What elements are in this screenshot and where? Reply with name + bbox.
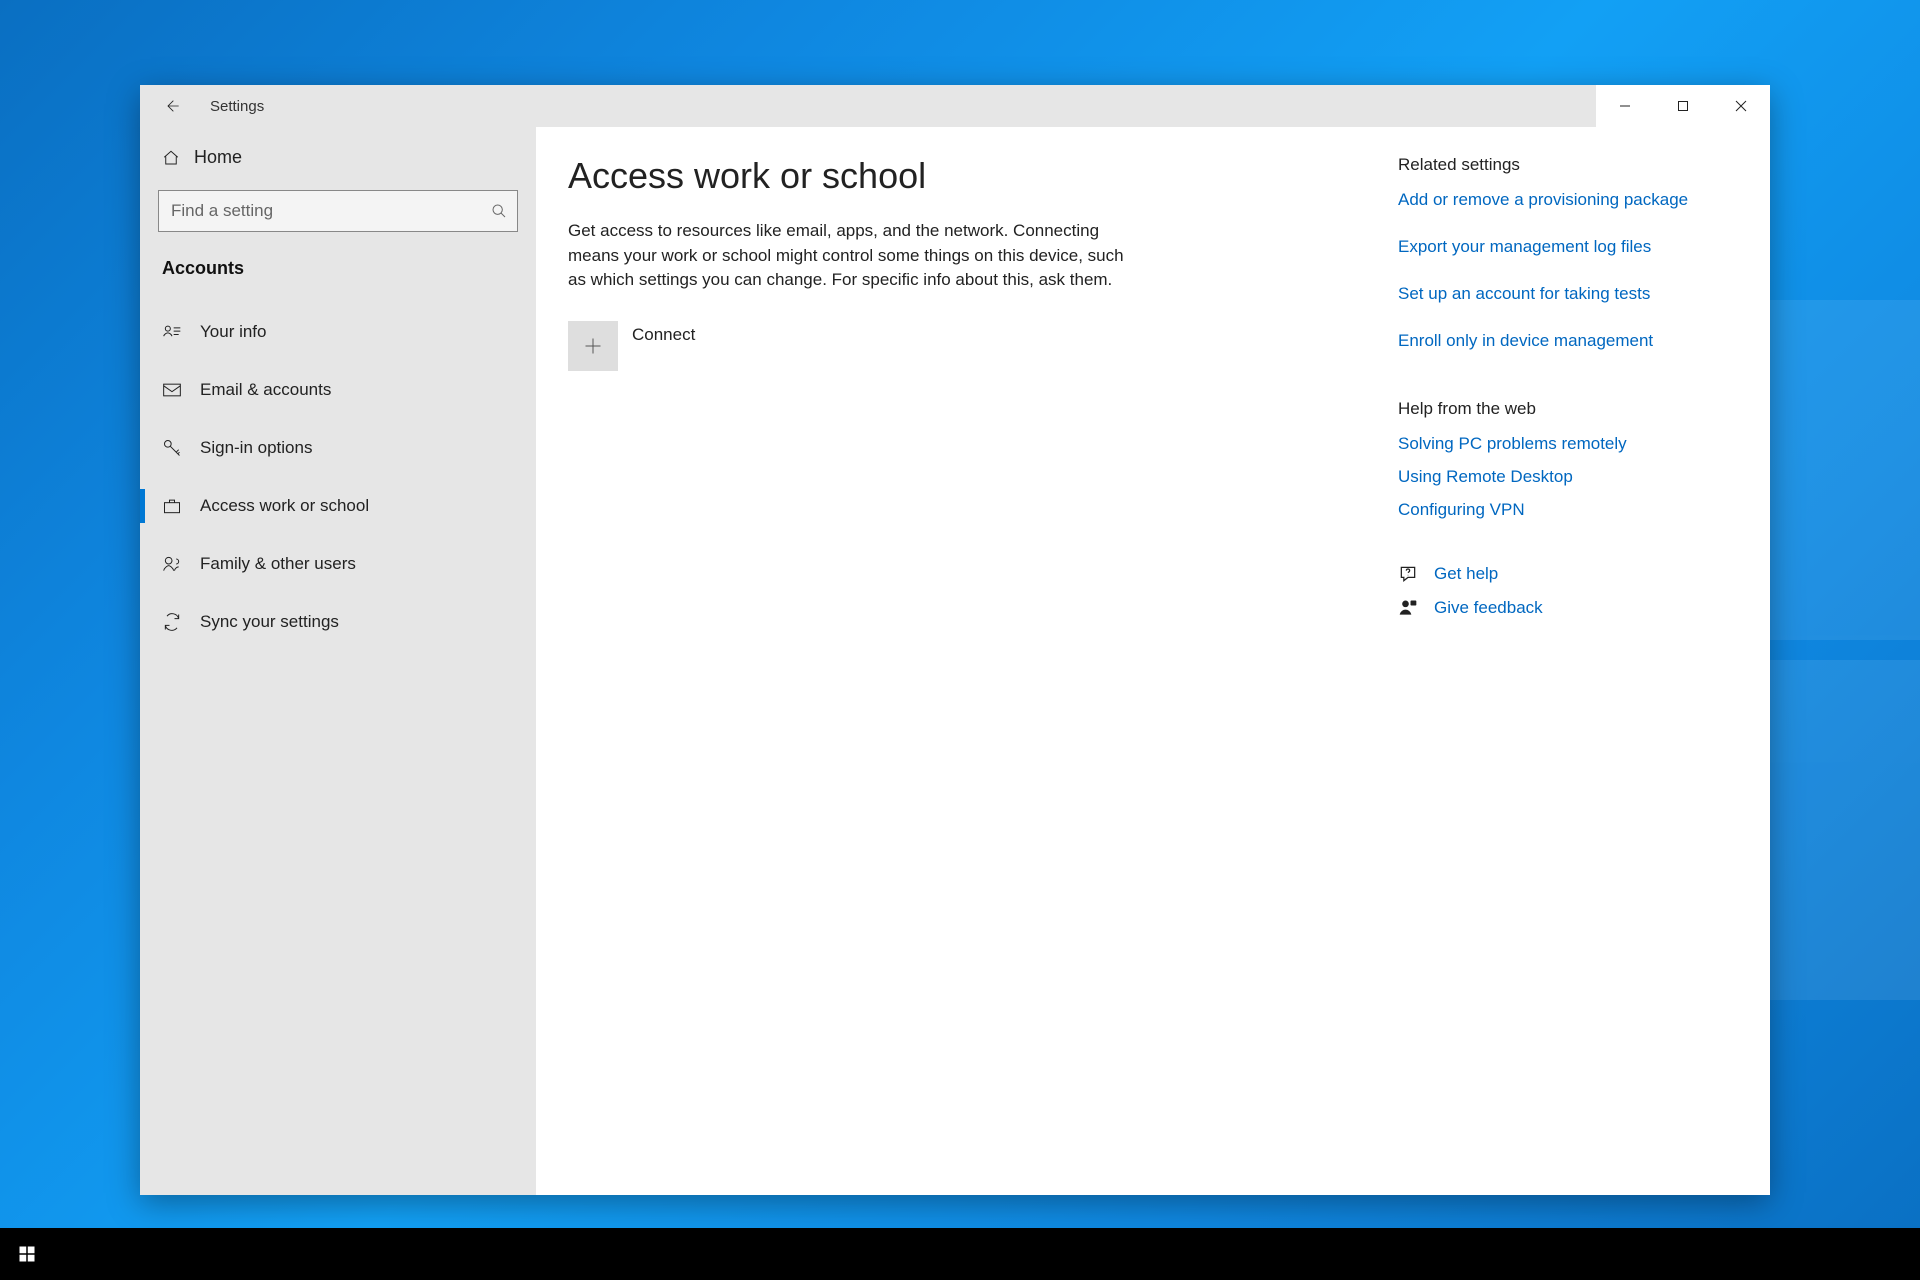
sidebar-item-label: Email & accounts xyxy=(200,380,331,400)
connect-label: Connect xyxy=(632,321,695,345)
plus-tile xyxy=(568,321,618,371)
page-title: Access work or school xyxy=(568,155,1268,197)
search-icon xyxy=(491,203,507,219)
sidebar-item-label: Sign-in options xyxy=(200,438,312,458)
sidebar-item-label: Access work or school xyxy=(200,496,369,516)
help-icon xyxy=(1398,564,1418,584)
sidebar-item-label: Sync your settings xyxy=(200,612,339,632)
sidebar-item-label: Your info xyxy=(200,322,266,342)
arrow-left-icon xyxy=(164,98,180,114)
sidebar-item-access-work-school[interactable]: Access work or school xyxy=(140,479,536,533)
link-export-log-files[interactable]: Export your management log files xyxy=(1398,236,1738,259)
sidebar-item-family-other-users[interactable]: Family & other users xyxy=(140,537,536,591)
feedback-icon xyxy=(1398,598,1418,618)
home-icon xyxy=(162,149,180,167)
maximize-button[interactable] xyxy=(1654,85,1712,127)
sidebar-item-email-accounts[interactable]: Email & accounts xyxy=(140,363,536,417)
related-settings-heading: Related settings xyxy=(1398,155,1738,175)
connect-button[interactable]: Connect xyxy=(568,321,1268,371)
windows-logo-icon xyxy=(18,1245,36,1263)
search-input-wrap[interactable] xyxy=(158,190,518,232)
help-from-web-heading: Help from the web xyxy=(1398,399,1738,419)
get-help-link[interactable]: Get help xyxy=(1398,564,1738,584)
link-enroll-device-management[interactable]: Enroll only in device management xyxy=(1398,330,1738,353)
get-help-label: Get help xyxy=(1434,564,1498,584)
key-icon xyxy=(162,438,182,458)
link-setup-test-account[interactable]: Set up an account for taking tests xyxy=(1398,283,1738,306)
home-label: Home xyxy=(194,147,242,168)
right-column: Related settings Add or remove a provisi… xyxy=(1398,155,1738,1163)
home-button[interactable]: Home xyxy=(140,135,536,180)
sidebar-item-label: Family & other users xyxy=(200,554,356,574)
mail-icon xyxy=(162,380,182,400)
page-description: Get access to resources like email, apps… xyxy=(568,219,1128,293)
give-feedback-link[interactable]: Give feedback xyxy=(1398,598,1738,618)
window-title: Settings xyxy=(210,98,264,115)
sidebar-item-signin-options[interactable]: Sign-in options xyxy=(140,421,536,475)
link-provisioning-package[interactable]: Add or remove a provisioning package xyxy=(1398,189,1738,212)
sidebar-item-sync-settings[interactable]: Sync your settings xyxy=(140,595,536,649)
sidebar-nav: Your info Email & accounts Sign-in optio… xyxy=(140,291,536,649)
taskbar[interactable] xyxy=(0,1228,1920,1280)
link-solving-remotely[interactable]: Solving PC problems remotely xyxy=(1398,433,1738,456)
settings-window: Settings Home xyxy=(140,85,1770,1195)
titlebar: Settings xyxy=(140,85,1770,127)
close-button[interactable] xyxy=(1712,85,1770,127)
briefcase-icon xyxy=(162,496,182,516)
link-configuring-vpn[interactable]: Configuring VPN xyxy=(1398,499,1738,522)
plus-icon xyxy=(583,336,603,356)
back-button[interactable] xyxy=(160,85,184,127)
search-input[interactable] xyxy=(171,201,491,221)
maximize-icon xyxy=(1677,100,1689,112)
close-icon xyxy=(1735,100,1747,112)
content-area: Access work or school Get access to reso… xyxy=(536,127,1770,1195)
people-icon xyxy=(162,554,182,574)
link-remote-desktop[interactable]: Using Remote Desktop xyxy=(1398,466,1738,489)
sidebar-item-your-info[interactable]: Your info xyxy=(140,305,536,359)
sync-icon xyxy=(162,612,182,632)
give-feedback-label: Give feedback xyxy=(1434,598,1543,618)
minimize-button[interactable] xyxy=(1596,85,1654,127)
sidebar: Home Accounts Your info Email & accounts xyxy=(140,127,536,1195)
minimize-icon xyxy=(1619,100,1631,112)
sidebar-section-title: Accounts xyxy=(140,238,536,291)
start-button[interactable] xyxy=(10,1237,44,1271)
person-card-icon xyxy=(162,322,182,342)
